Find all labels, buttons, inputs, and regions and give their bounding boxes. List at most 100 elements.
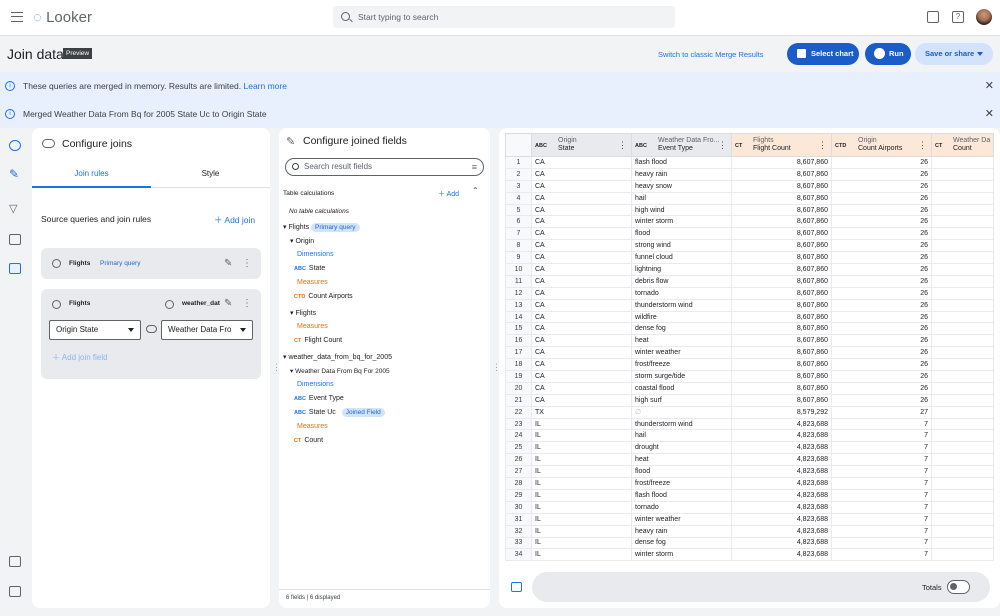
field-search-input[interactable]: Search result fields ≡ xyxy=(285,158,484,176)
wrench-icon[interactable]: ✎ xyxy=(9,168,21,180)
avatar[interactable] xyxy=(976,9,992,25)
tab-join-rules[interactable]: Join rules xyxy=(32,160,151,188)
learn-more-link[interactable]: Learn more xyxy=(243,81,286,91)
join-icon[interactable] xyxy=(9,140,21,151)
save-share-label: Save or share xyxy=(925,49,975,58)
table-cell: 7 xyxy=(831,465,932,479)
column-header[interactable]: ABC Weather Data Fro... Event Type ⋮ xyxy=(631,133,732,157)
more-vert-icon[interactable]: ⋮ xyxy=(618,141,627,150)
save-share-button[interactable]: Save or share xyxy=(915,43,993,65)
table-cell: flood xyxy=(631,227,732,241)
tree-origin[interactable]: ▾ Origin xyxy=(290,237,314,245)
tree-flights-group[interactable]: ▾ Flights xyxy=(290,309,316,317)
field-event-type[interactable]: ABC Event Type xyxy=(294,395,344,402)
table-cell xyxy=(931,500,994,514)
table-cell: frost/freeze xyxy=(631,477,732,490)
table-cell: 8,607,860 xyxy=(731,215,832,229)
switch-classic-link[interactable]: Switch to classic Merge Results xyxy=(658,50,763,59)
table-cell xyxy=(931,512,994,526)
tree-weather-source[interactable]: ▾ weather_data_from_bq_for_2005 xyxy=(283,353,392,361)
close-icon[interactable]: ✕ xyxy=(985,100,994,128)
column-header[interactable]: ABC Origin State ⋮ xyxy=(531,133,632,157)
table-row: 24 IL hail 4,823,688 7 xyxy=(505,429,994,443)
tree-weather-view[interactable]: ▾ Weather Data From Bq For 2005 xyxy=(290,367,390,375)
table-cell: 4,823,688 xyxy=(731,453,832,467)
row-number: 25 xyxy=(505,441,532,455)
close-icon[interactable]: ✕ xyxy=(985,72,994,100)
help-icon[interactable]: ? xyxy=(952,11,964,23)
field-state[interactable]: ABC State xyxy=(294,265,325,272)
tree-flights-group-label: Flights xyxy=(295,310,317,317)
totals-toggle[interactable] xyxy=(947,580,970,594)
table-cell: 8,607,860 xyxy=(731,381,832,395)
table-row: 20 CA coastal flood 8,607,860 26 xyxy=(505,381,994,395)
resize-handle[interactable]: ⋮ xyxy=(272,362,281,373)
field-count-airports[interactable]: CTD Count Airports xyxy=(294,293,353,300)
search-input[interactable]: Start typing to search xyxy=(333,6,675,28)
table-cell: drought xyxy=(631,441,732,455)
tab-style[interactable]: Style xyxy=(151,160,270,188)
table-cell xyxy=(931,441,994,455)
table-cell: 26 xyxy=(831,215,932,229)
table-view-toggle[interactable] xyxy=(505,576,527,598)
row-number: 19 xyxy=(505,370,532,383)
table-cell: 26 xyxy=(831,156,932,169)
run-button[interactable]: Run xyxy=(865,43,911,65)
panel-toggle-icon[interactable] xyxy=(9,586,21,597)
join-link-icon xyxy=(146,325,157,333)
tree-measures: Measures xyxy=(297,323,328,330)
table-icon[interactable] xyxy=(9,263,21,274)
table-cell xyxy=(931,191,994,205)
field-type-icon: ABC xyxy=(635,143,647,149)
column-header[interactable]: CT Flights Flight Count ⋮ xyxy=(731,133,832,157)
column-header[interactable]: CT Weather Da Count xyxy=(931,133,994,157)
table-cell: 4,823,688 xyxy=(731,536,832,550)
more-vert-icon[interactable]: ⋮ xyxy=(242,298,252,309)
row-number: 23 xyxy=(505,417,532,431)
table-cell: 7 xyxy=(831,548,932,562)
divider xyxy=(279,589,490,590)
more-vert-icon[interactable]: ⋮ xyxy=(242,258,252,269)
edit-icon[interactable]: ✎ xyxy=(224,298,232,309)
select-chart-button[interactable]: Select chart xyxy=(787,43,859,65)
column-header[interactable]: CTD Origin Count Airports ⋮ xyxy=(831,133,932,157)
table-cell xyxy=(931,263,994,276)
add-calc-button[interactable]: ＋ Add xyxy=(438,189,459,199)
right-join-field-select[interactable]: Weather Data Fro xyxy=(161,320,253,340)
add-join-button[interactable]: ＋ Add join xyxy=(214,214,255,226)
field-flight-count[interactable]: CT Flight Count xyxy=(294,337,342,344)
table-cell: heavy rain xyxy=(631,524,732,538)
primary-query-chip: Primary query xyxy=(100,260,141,267)
row-number: 10 xyxy=(505,263,532,276)
table-cell xyxy=(931,274,994,288)
table-row: 29 IL flash flood 4,823,688 7 xyxy=(505,488,994,502)
table-cell: 26 xyxy=(831,263,932,276)
chevron-up-icon[interactable]: ⌃ xyxy=(472,186,479,195)
tree-origin-label: Origin xyxy=(295,238,315,245)
menu-icon[interactable] xyxy=(11,12,23,22)
feedback-icon[interactable] xyxy=(9,556,21,567)
field-state-uc[interactable]: ABC State Uc Joined Field xyxy=(294,408,385,417)
field-type-icon: CTD xyxy=(835,143,847,149)
more-vert-icon[interactable]: ⋮ xyxy=(918,141,927,150)
looker-logo[interactable]: ◌ Looker xyxy=(33,9,92,26)
run-label: Run xyxy=(889,49,904,58)
tree-flights[interactable]: ▾ Flights Primary query xyxy=(283,223,360,232)
field-count[interactable]: CT Count xyxy=(294,437,323,444)
add-join-field-button[interactable]: ＋ Add join field xyxy=(52,352,108,363)
row-number: 21 xyxy=(505,393,532,407)
more-vert-icon[interactable]: ⋮ xyxy=(818,141,827,150)
more-vert-icon[interactable]: ⋮ xyxy=(718,141,727,150)
table-row: 9 CA funnel cloud 8,607,860 26 xyxy=(505,251,994,265)
field-count-airports-label: Count Airports xyxy=(308,293,353,300)
filter-icon[interactable]: ▽ xyxy=(9,204,21,215)
marketplace-icon[interactable] xyxy=(927,11,939,23)
tune-icon[interactable]: ≡ xyxy=(472,159,477,175)
row-number: 33 xyxy=(505,536,532,550)
field-type-icon: CT xyxy=(735,143,743,149)
left-join-field-select[interactable]: Origin State xyxy=(49,320,141,340)
edit-icon[interactable]: ✎ xyxy=(224,258,232,269)
visualization-icon[interactable] xyxy=(9,234,21,245)
table-cell: 7 xyxy=(831,524,932,538)
table-cell: 8,607,860 xyxy=(731,239,832,253)
